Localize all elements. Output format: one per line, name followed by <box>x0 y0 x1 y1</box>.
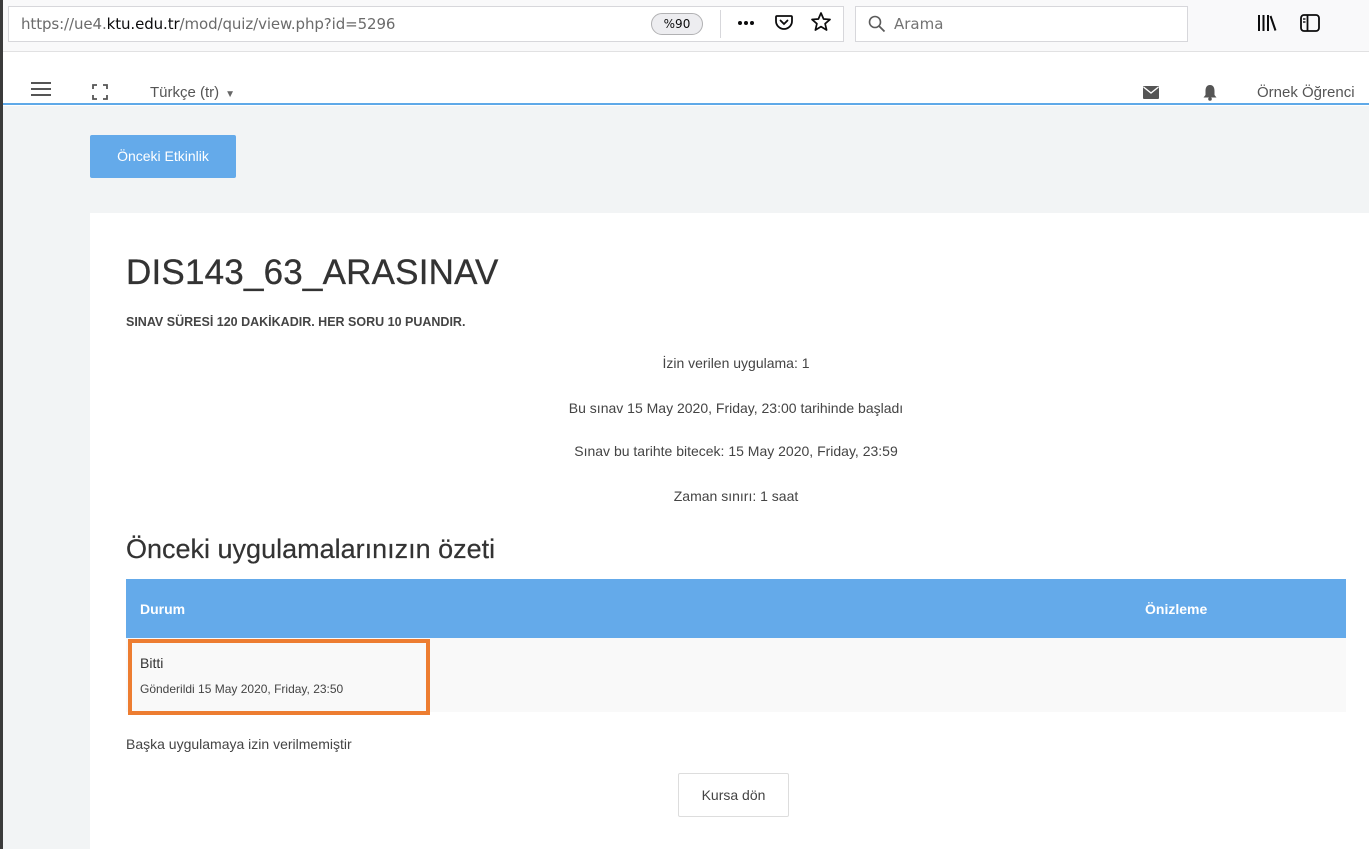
caret-down-icon: ▼ <box>225 89 236 100</box>
hamburger-menu-icon[interactable] <box>31 81 51 102</box>
user-menu[interactable]: Örnek Öğrenci <box>1257 84 1355 101</box>
mail-icon[interactable] <box>1143 86 1159 104</box>
main-content-card <box>90 213 1369 849</box>
no-more-attempts-message: Başka uygulamaya izin verilmemiştir <box>126 736 352 752</box>
window-edge <box>0 0 3 849</box>
zoom-indicator[interactable]: %90 <box>651 13 703 35</box>
summary-heading: Önceki uygulamalarınızın özeti <box>126 534 496 564</box>
search-placeholder: Arama <box>894 15 944 33</box>
fullscreen-icon[interactable] <box>92 84 108 105</box>
address-bar[interactable]: https://ue4.ktu.edu.tr/mod/quiz/view.php… <box>8 6 844 42</box>
back-to-course-button[interactable]: Kursa dön <box>678 773 789 817</box>
bookmark-star-icon[interactable] <box>810 11 832 36</box>
more-icon[interactable] <box>736 12 756 35</box>
attempts-allowed: İzin verilen uygulama: 1 <box>662 355 810 371</box>
highlight-annotation <box>128 639 430 715</box>
page-title: DIS143_63_ARASINAV <box>126 253 499 292</box>
search-icon <box>868 15 886 33</box>
language-menu[interactable]: Türkçe (tr) ▼ <box>150 84 235 101</box>
sidebar-icon[interactable] <box>1300 14 1320 35</box>
search-box[interactable]: Arama <box>855 6 1188 42</box>
pocket-icon[interactable] <box>774 12 794 35</box>
quiz-intro: SINAV SÜRESİ 120 DAKİKADIR. HER SORU 10 … <box>126 315 466 329</box>
bell-icon[interactable] <box>1203 84 1217 106</box>
library-icon[interactable] <box>1257 14 1277 35</box>
quiz-close-date: Sınav bu tarihte bitecek: 15 May 2020, F… <box>574 443 898 459</box>
column-header-review: Önizleme <box>1145 601 1208 617</box>
previous-activity-button[interactable]: Önceki Etkinlik <box>90 135 236 178</box>
url-text[interactable]: https://ue4.ktu.edu.tr/mod/quiz/view.php… <box>9 15 395 33</box>
quiz-open-date: Bu sınav 15 May 2020, Friday, 23:00 tari… <box>568 400 904 416</box>
column-header-status: Durum <box>140 601 186 617</box>
time-limit: Zaman sınırı: 1 saat <box>673 488 799 504</box>
toolbar-divider <box>720 10 721 38</box>
